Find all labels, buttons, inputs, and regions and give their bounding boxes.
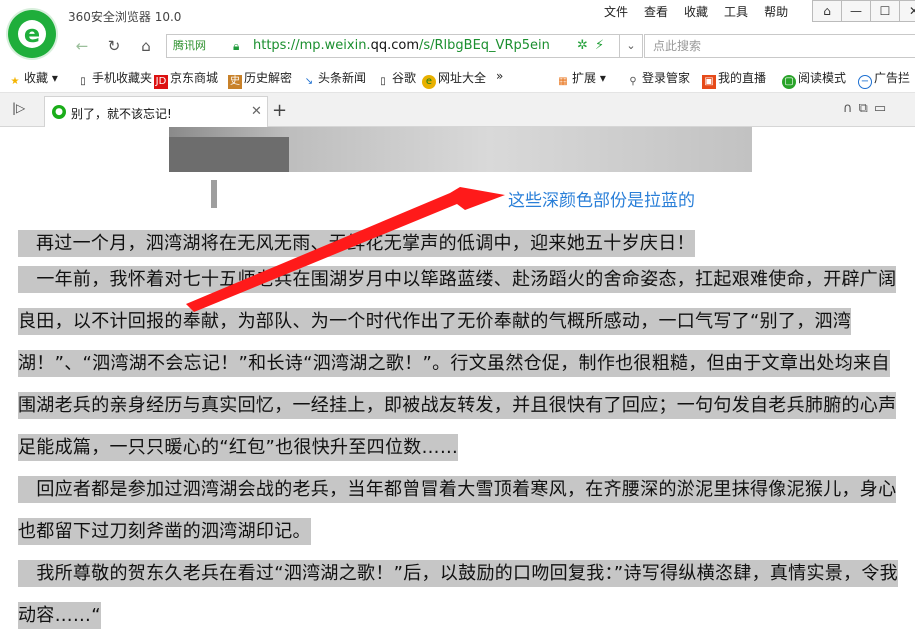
menu-file[interactable]: 文件 xyxy=(604,3,628,20)
navigation-bar: ← ↻ ⌂ 腾讯网 🔒︎ https://mp.weixin.qq.com/s/… xyxy=(62,33,915,59)
reading-icon: ▢ xyxy=(782,75,796,89)
chevron-down-icon[interactable]: ⌄ xyxy=(620,34,643,58)
doc-icon: ▯ xyxy=(380,76,386,87)
close-tab-icon[interactable]: ✕ xyxy=(251,104,262,119)
menu-bar: 文件 查看 收藏 工具 帮助 xyxy=(604,3,804,20)
extensions-button[interactable]: ▦ 扩展 ▾ xyxy=(556,69,606,89)
live-button[interactable]: ▣ 我的直播 xyxy=(702,69,766,89)
wechat-icon: ● xyxy=(52,105,66,119)
close-button[interactable]: ✕ xyxy=(899,0,915,22)
sidebar-toggle-icon[interactable]: |▷ xyxy=(12,101,25,115)
browser-logo-icon[interactable]: e xyxy=(8,10,56,58)
star-icon: ★ xyxy=(10,76,20,87)
annotation-label: 这些深颜色部份是拉蓝的 xyxy=(508,191,695,211)
bookmark-jd[interactable]: JD 京东商城 xyxy=(154,69,218,89)
restore-tab-icon[interactable]: ⧉ xyxy=(859,101,874,116)
key-icon: ⚲ xyxy=(629,76,637,87)
article-paragraph: 我所尊敬的贺东久老兵在看过“泗湾湖之歌！”后，以鼓励的口吻回复我：”诗写得纵横恣… xyxy=(18,553,902,637)
url-text[interactable]: https://mp.weixin.qq.com/s/RlbgBEq_VRp5e… xyxy=(253,35,550,57)
tv-icon: ▣ xyxy=(702,75,716,89)
menu-favorites[interactable]: 收藏 xyxy=(684,3,708,20)
bookmarks-bar: ★ 收藏 ▾ ▯ 手机收藏夹 JD 京东商城 史历史解密 ↘ 头条新闻 ▯ 谷歌 e 网址大… xyxy=(0,62,915,93)
menu-help[interactable]: 帮助 xyxy=(764,3,788,20)
globe-icon: e xyxy=(422,75,436,89)
speed-mode-icon[interactable]: ⚡︎ xyxy=(595,35,604,57)
bookmark-favorites[interactable]: ★ 收藏 ▾ xyxy=(8,69,58,89)
loading-icon: ✲ xyxy=(577,38,588,53)
ad-block-button[interactable]: − 广告拦 xyxy=(858,69,910,89)
tab-title: 别了，就不该忘记! xyxy=(71,107,172,121)
login-manager-button[interactable]: ⚲ 登录管家 xyxy=(626,69,690,89)
news-icon: ↘ xyxy=(304,76,314,87)
bookmark-mobile[interactable]: ▯ 手机收藏夹 xyxy=(76,69,152,89)
article-image xyxy=(169,127,752,172)
jd-icon: JD xyxy=(154,75,168,89)
extensions-icon: ▦ xyxy=(558,76,568,87)
bookmarks-more-button[interactable]: » xyxy=(496,69,503,83)
minimize-button[interactable]: — xyxy=(841,0,871,22)
search-input[interactable]: 点此搜索 xyxy=(644,34,915,58)
secure-site-label: 腾讯网 xyxy=(173,39,206,52)
bookmark-history[interactable]: 史历史解密 xyxy=(228,69,292,89)
menu-tools[interactable]: 工具 xyxy=(724,3,748,20)
annotation-arrow xyxy=(186,187,505,312)
menu-view[interactable]: 查看 xyxy=(644,3,668,20)
title-bar: 360安全浏览器 10.0 文件 查看 收藏 工具 帮助 ⌂ — ☐ ✕ xyxy=(0,0,915,33)
tab-bar: |▷ ● 别了，就不该忘记! ✕ + ∩⧉▭ xyxy=(0,93,915,127)
address-bar[interactable]: 腾讯网 🔒︎ https://mp.weixin.qq.com/s/RlbgBE… xyxy=(166,34,620,58)
new-tab-button[interactable]: + xyxy=(272,100,287,121)
article-paragraph: 回应者都是参加过泗湾湖会战的老兵，当年都曾冒着大雪顶着寒风，在齐腰深的淤泥里抹得… xyxy=(18,469,902,553)
bookmark-directory[interactable]: e 网址大全 xyxy=(422,69,486,89)
reading-mode-button[interactable]: ▢ 阅读模式 xyxy=(782,69,846,89)
headphones-icon[interactable]: ∩ xyxy=(843,101,859,116)
doc-icon: ▯ xyxy=(80,76,86,87)
tab-tools: ∩⧉▭ xyxy=(843,101,892,116)
bookmark-google[interactable]: ▯ 谷歌 xyxy=(376,69,416,89)
adblock-icon: − xyxy=(858,75,872,89)
back-arrow-icon[interactable]: ← xyxy=(70,35,94,57)
tab-active[interactable]: ● 别了，就不该忘记! ✕ xyxy=(44,96,268,127)
app-title: 360安全浏览器 10.0 xyxy=(68,10,182,24)
maximize-button[interactable]: ☐ xyxy=(870,0,900,22)
window-controls: ⌂ — ☐ ✕ xyxy=(812,0,915,22)
page-content: 再过一个月，泗湾湖将在无风无雨、无鲜花无掌声的低调中，迎来她五十岁庆日！ 一年前… xyxy=(0,127,915,639)
home-icon[interactable]: ⌂ xyxy=(134,35,158,57)
history-icon: 史 xyxy=(228,75,242,89)
refresh-icon[interactable]: ↻ xyxy=(102,35,126,57)
lock-icon: 🔒︎ xyxy=(233,39,240,53)
trash-icon[interactable]: ▭ xyxy=(874,101,892,116)
bookmark-headlines[interactable]: ↘ 头条新闻 xyxy=(302,69,366,89)
skin-icon[interactable]: ⌂ xyxy=(812,0,842,22)
